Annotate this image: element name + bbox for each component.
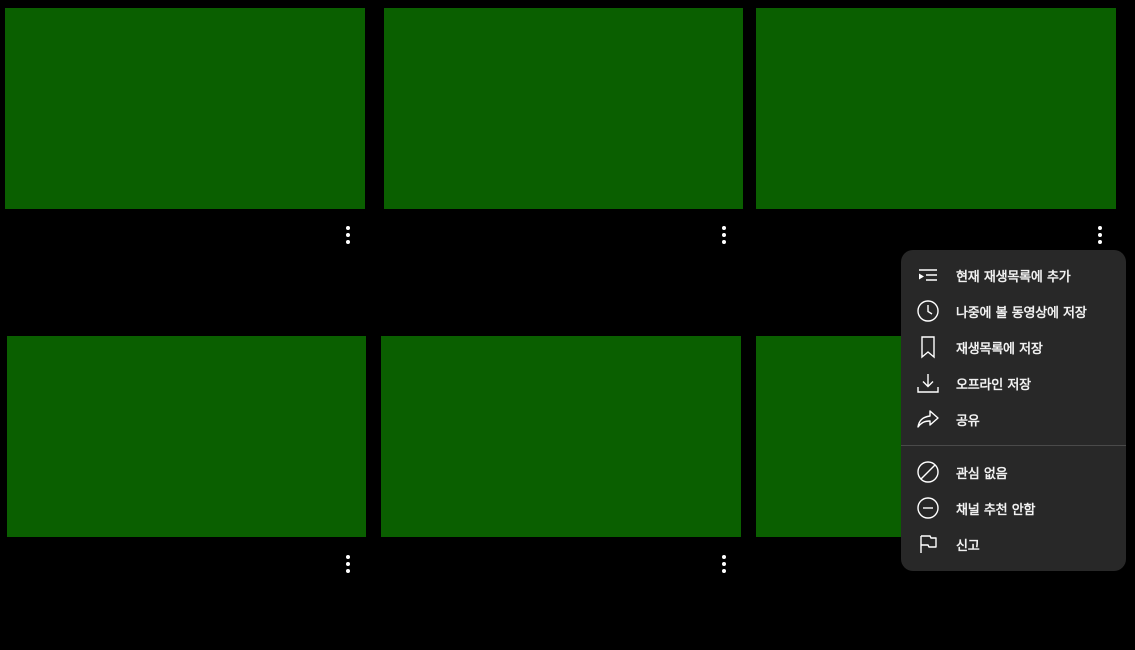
video-thumbnail[interactable] xyxy=(7,336,366,537)
add-to-queue-icon xyxy=(916,263,940,287)
menu-item-save-to-playlist[interactable]: 재생목록에 저장 xyxy=(901,329,1126,365)
video-thumbnail[interactable] xyxy=(5,8,365,209)
more-actions-button[interactable] xyxy=(336,552,360,576)
share-icon xyxy=(916,407,940,431)
menu-item-not-interested[interactable]: 관심 없음 xyxy=(901,454,1126,490)
menu-item-label: 현재 재생목록에 추가 xyxy=(956,269,1071,285)
menu-divider xyxy=(901,445,1126,446)
more-actions-button[interactable] xyxy=(1088,223,1112,247)
download-icon xyxy=(916,371,940,395)
video-thumbnail[interactable] xyxy=(381,336,741,537)
menu-item-label: 나중에 볼 동영상에 저장 xyxy=(956,305,1087,321)
not-interested-icon xyxy=(916,460,940,484)
menu-item-label: 관심 없음 xyxy=(956,466,1008,482)
menu-item-label: 공유 xyxy=(956,413,980,429)
menu-item-label: 오프라인 저장 xyxy=(956,377,1031,393)
more-actions-button[interactable] xyxy=(336,223,360,247)
menu-item-add-to-queue[interactable]: 현재 재생목록에 추가 xyxy=(901,257,1126,293)
menu-item-report[interactable]: 신고 xyxy=(901,526,1126,562)
video-thumbnail[interactable] xyxy=(756,8,1116,209)
menu-item-label: 재생목록에 저장 xyxy=(956,341,1043,357)
bookmark-icon xyxy=(916,335,940,359)
more-vertical-icon xyxy=(722,226,726,244)
more-vertical-icon xyxy=(346,555,350,573)
menu-item-dont-recommend-channel[interactable]: 채널 추천 안함 xyxy=(901,490,1126,526)
menu-item-share[interactable]: 공유 xyxy=(901,401,1126,437)
video-context-menu: 현재 재생목록에 추가 나중에 볼 동영상에 저장 재생목록에 저장 오프라인 … xyxy=(901,250,1126,571)
menu-item-label: 채널 추천 안함 xyxy=(956,502,1036,518)
more-actions-button[interactable] xyxy=(712,223,736,247)
clock-icon xyxy=(916,299,940,323)
more-actions-button[interactable] xyxy=(712,552,736,576)
do-not-recommend-icon xyxy=(916,496,940,520)
menu-item-watch-later[interactable]: 나중에 볼 동영상에 저장 xyxy=(901,293,1126,329)
menu-item-download[interactable]: 오프라인 저장 xyxy=(901,365,1126,401)
more-vertical-icon xyxy=(1098,226,1102,244)
menu-item-label: 신고 xyxy=(956,538,980,554)
flag-icon xyxy=(916,532,940,556)
more-vertical-icon xyxy=(722,555,726,573)
more-vertical-icon xyxy=(346,226,350,244)
video-thumbnail[interactable] xyxy=(384,8,743,209)
video-grid-page: 현재 재생목록에 추가 나중에 볼 동영상에 저장 재생목록에 저장 오프라인 … xyxy=(0,0,1135,650)
